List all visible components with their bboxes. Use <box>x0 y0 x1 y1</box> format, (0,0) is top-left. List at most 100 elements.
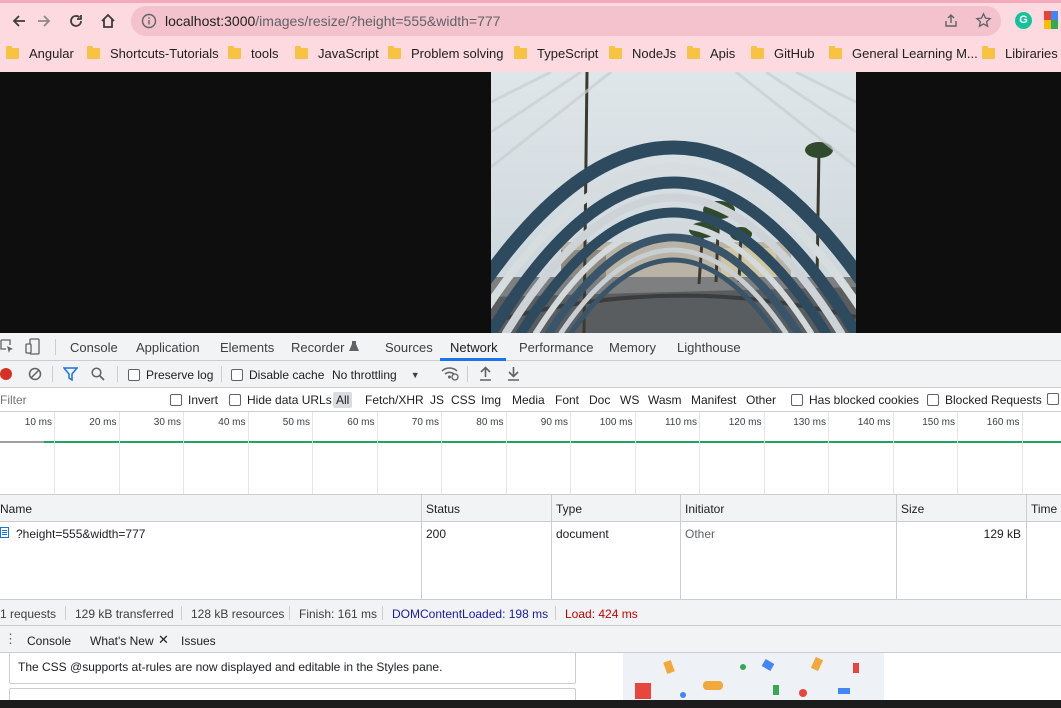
bookmark-label: Apis <box>710 45 736 61</box>
column-header-initiator[interactable]: Initiator <box>685 502 724 516</box>
clear-icon[interactable] <box>28 367 42 384</box>
column-header-type[interactable]: Type <box>556 502 582 516</box>
tab-network[interactable]: Network <box>450 340 498 355</box>
tab-memory[interactable]: Memory <box>609 340 656 355</box>
record-icon[interactable] <box>0 368 12 380</box>
close-icon[interactable]: ✕ <box>158 632 169 648</box>
tab-lighthouse[interactable]: Lighthouse <box>677 340 741 355</box>
checkbox-label: Invert <box>188 393 219 407</box>
filter-input[interactable] <box>0 391 158 409</box>
back-icon[interactable] <box>6 8 32 34</box>
summary-load: Load: 424 ms <box>565 607 638 621</box>
bookmarks-bar: Angular Shortcuts-Tutorials tools JavaSc… <box>0 42 1061 64</box>
reload-icon[interactable] <box>63 8 89 34</box>
drawer-tab-whats-new[interactable]: What's New <box>90 634 154 648</box>
disable-cache-checkbox[interactable]: Disable cache <box>231 368 324 382</box>
inspect-element-icon[interactable] <box>0 339 14 357</box>
folder-icon <box>514 45 527 59</box>
table-row[interactable]: ?height=555&width=777 200 document Other… <box>0 522 1061 544</box>
device-toolbar-icon[interactable] <box>25 338 41 358</box>
drawer-tab-issues[interactable]: Issues <box>181 634 216 648</box>
folder-icon <box>982 45 995 59</box>
timeline-tick-label: 160 ms <box>986 417 1020 428</box>
column-header-time[interactable]: Time <box>1031 502 1057 516</box>
drawer-tab-console[interactable]: Console <box>27 634 71 648</box>
summary-divider <box>181 606 182 620</box>
bookmark-shortcuts-tutorials[interactable]: Shortcuts-Tutorials <box>87 44 219 62</box>
more-icon[interactable]: ⋮ <box>4 632 17 645</box>
import-har-icon[interactable] <box>479 366 492 384</box>
tab-recorder-label: Recorder <box>291 340 345 355</box>
folder-icon <box>228 45 241 59</box>
timeline-gridline <box>247 412 249 494</box>
timeline-gridline <box>54 412 55 494</box>
filter-type-all[interactable]: All <box>333 392 353 408</box>
blocked-requests-checkbox[interactable]: Blocked Requests <box>927 393 1042 407</box>
address-bar[interactable]: localhost:3000/images/resize/?height=555… <box>131 6 1001 36</box>
throttling-value: No throttling <box>332 368 397 382</box>
tab-recorder[interactable]: Recorder <box>291 340 360 355</box>
filter-icon[interactable] <box>62 367 79 384</box>
site-info-icon[interactable] <box>141 13 157 32</box>
column-divider <box>421 495 422 599</box>
hide-data-urls-checkbox[interactable]: Hide data URLs <box>229 393 332 407</box>
star-icon[interactable] <box>975 12 992 32</box>
filter-type-ws[interactable]: WS <box>620 393 639 407</box>
whats-new-card-text: The CSS @supports at-rules are now displ… <box>18 660 443 674</box>
filter-type-wasm[interactable]: Wasm <box>648 393 682 407</box>
filter-type-media[interactable]: Media <box>512 393 545 407</box>
filter-type-font[interactable]: Font <box>555 393 579 407</box>
timeline-gridline <box>1021 412 1023 494</box>
tab-sources[interactable]: Sources <box>385 340 433 355</box>
timeline-gridline <box>505 412 507 494</box>
tab-application[interactable]: Application <box>136 340 200 355</box>
checkbox-box <box>231 369 243 381</box>
column-header-size[interactable]: Size <box>901 502 924 516</box>
bookmark-angular[interactable]: Angular <box>6 44 74 62</box>
home-icon[interactable] <box>95 8 121 34</box>
has-blocked-cookies-checkbox[interactable]: Has blocked cookies <box>791 393 919 407</box>
grammarly-icon[interactable]: G <box>1015 12 1032 29</box>
preserve-log-checkbox[interactable]: Preserve log <box>128 368 213 382</box>
throttling-select[interactable]: No throttling ▼ <box>332 368 420 382</box>
column-header-name[interactable]: Name <box>0 502 32 516</box>
tab-performance[interactable]: Performance <box>519 340 593 355</box>
tab-elements[interactable]: Elements <box>220 340 274 355</box>
dropdown-arrow-icon: ▼ <box>410 370 420 380</box>
network-conditions-icon[interactable] <box>441 366 459 384</box>
drawer-tabbar: ⋮ Console What's New ✕ Issues <box>0 626 1061 653</box>
timeline-gridline <box>376 412 378 494</box>
cell-name: ?height=555&width=777 <box>16 527 146 541</box>
filter-type-css[interactable]: CSS <box>451 393 476 407</box>
export-har-icon[interactable] <box>507 366 520 384</box>
tab-console[interactable]: Console <box>70 340 118 355</box>
bookmark-typescript[interactable]: TypeScript <box>514 44 598 62</box>
share-icon[interactable] <box>943 13 959 32</box>
filter-type-js[interactable]: JS <box>430 393 444 407</box>
bookmark-nodejs[interactable]: NodeJs <box>609 44 676 62</box>
bookmark-tools[interactable]: tools <box>228 44 278 62</box>
browser-toolbar: localhost:3000/images/resize/?height=555… <box>0 0 1061 72</box>
bookmark-problem-solving[interactable]: Problem solving <box>388 44 504 62</box>
invert-checkbox[interactable]: Invert <box>170 393 218 407</box>
bookmark-github[interactable]: GitHub <box>751 44 814 62</box>
forward-icon[interactable] <box>31 8 57 34</box>
filter-type-other[interactable]: Other <box>746 393 776 407</box>
third-party-checkbox[interactable] <box>1047 393 1059 405</box>
bookmark-libiraries[interactable]: Libiraries <box>982 44 1058 62</box>
bookmark-label: TypeScript <box>537 45 599 61</box>
bookmark-label: Angular <box>29 45 74 61</box>
filter-type-fetch-xhr[interactable]: Fetch/XHR <box>365 393 424 407</box>
bookmark-apis[interactable]: Apis <box>687 44 735 62</box>
search-icon[interactable] <box>91 367 105 384</box>
filter-type-img[interactable]: Img <box>481 393 501 407</box>
extension-icon[interactable] <box>1044 11 1058 32</box>
timeline-tick-label: 20 ms <box>89 417 117 428</box>
timeline-gridline <box>828 412 829 494</box>
bookmark-javascript[interactable]: JavaScript <box>295 44 379 62</box>
filter-type-manifest[interactable]: Manifest <box>691 393 736 407</box>
timeline-tick-label: 40 ms <box>218 417 246 428</box>
bookmark-general-learning[interactable]: General Learning M... <box>829 44 978 62</box>
column-header-status[interactable]: Status <box>426 502 460 516</box>
filter-type-doc[interactable]: Doc <box>589 393 610 407</box>
